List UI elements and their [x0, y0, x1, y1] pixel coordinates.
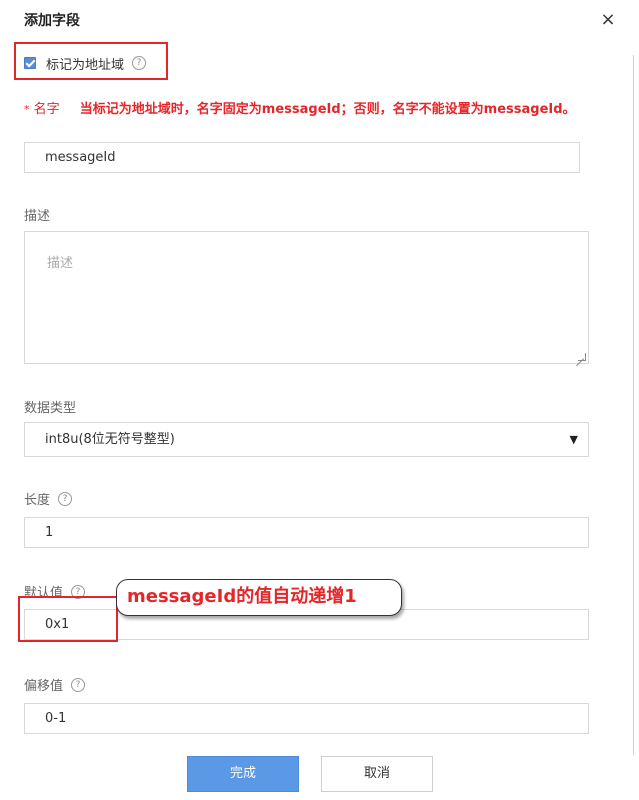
data-type-label: 数据类型 [24, 401, 77, 416]
cancel-button[interactable]: 取消 [321, 756, 433, 792]
mark-address-checkbox[interactable] [24, 57, 36, 69]
description-placeholder: 描述 [47, 256, 74, 271]
highlight-box-default-value [18, 596, 118, 642]
annotation-callout: messageId的值自动递增1 [116, 579, 402, 616]
offset-label: 偏移值 [24, 679, 64, 694]
help-icon[interactable]: ? [71, 677, 86, 692]
name-label-text: 名字 [33, 102, 60, 117]
description-textarea[interactable]: 描述 [24, 231, 589, 364]
length-label-row: 长度 ? [24, 489, 73, 508]
offset-label-row: 偏移值 ? [24, 675, 86, 694]
help-icon[interactable]: ? [58, 491, 73, 506]
length-label: 长度 [24, 493, 51, 508]
mark-address-label: 标记为地址域 [46, 57, 125, 73]
scrollbar[interactable] [633, 55, 634, 755]
name-warning-text: 当标记为地址域时，名字固定为messageId；否则，名字不能设置为messag… [79, 102, 576, 117]
offset-input[interactable]: 0-1 [24, 703, 589, 734]
dialog-title: 添加字段 [24, 13, 80, 29]
name-field-label: * 名字 当标记为地址域时，名字固定为messageId；否则，名字不能设置为m… [24, 103, 584, 117]
close-icon[interactable]: × [597, 9, 619, 31]
data-type-select[interactable]: int8u(8位无符号整型) ▼ [24, 422, 589, 457]
data-type-selected: int8u(8位无符号整型) [45, 432, 175, 447]
resize-handle-icon[interactable] [578, 353, 586, 361]
mark-address-row[interactable]: 标记为地址域 ? [24, 53, 147, 73]
name-input[interactable]: messageId [24, 142, 580, 173]
description-label: 描述 [24, 209, 51, 224]
length-input[interactable]: 1 [24, 517, 589, 548]
dropdown-arrow-icon: ▼ [569, 433, 578, 446]
help-icon[interactable]: ? [132, 56, 147, 70]
confirm-button[interactable]: 完成 [187, 756, 299, 792]
required-mark: * [24, 103, 30, 116]
